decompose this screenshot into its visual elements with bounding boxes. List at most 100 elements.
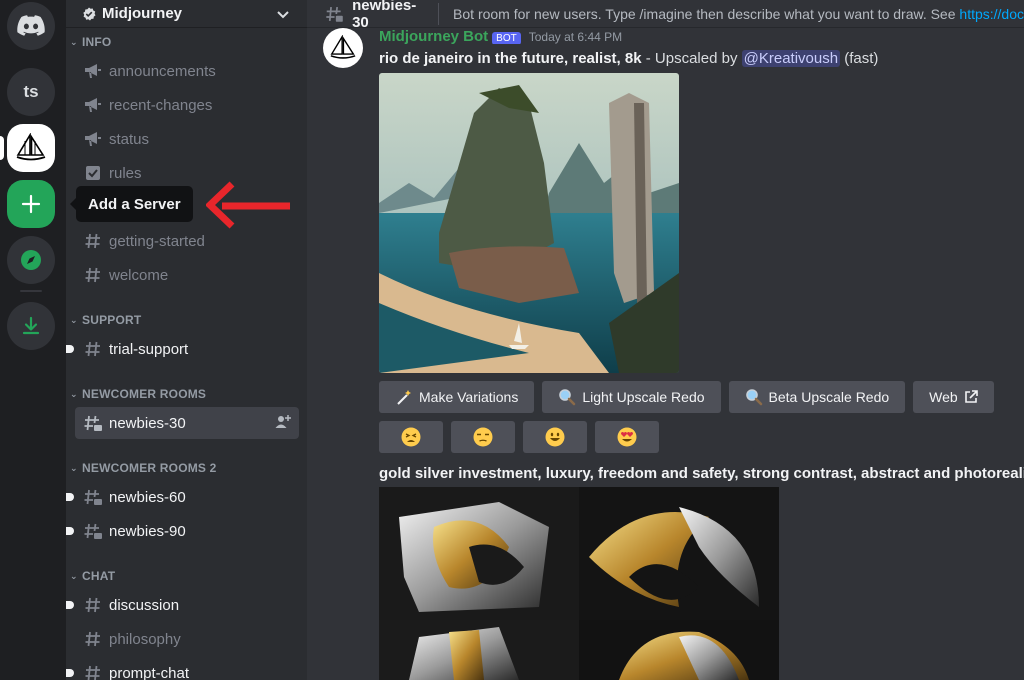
server-rail: ts [0, 0, 66, 680]
channel-label: getting-started [109, 232, 205, 250]
channel-label: philosophy [109, 630, 181, 648]
unread-indicator [66, 601, 74, 609]
rail-separator [20, 290, 42, 292]
caret-down-icon: ⌄ [70, 314, 78, 325]
external-link-icon [964, 390, 978, 403]
discord-logo-icon [17, 15, 45, 36]
channel-recent-changes[interactable]: recent-changes [75, 89, 299, 121]
category-label: CHAT [82, 569, 116, 583]
add-server-button[interactable] [7, 180, 55, 228]
magic-wand-icon [397, 390, 411, 405]
rio-future-image [379, 73, 679, 373]
channel-label: rules [109, 164, 142, 182]
make-variations-button[interactable]: Make Variations [379, 381, 535, 413]
guild-header[interactable]: Midjourney [66, 0, 307, 28]
download-icon [22, 316, 40, 335]
category-support[interactable]: ⌄ SUPPORT [70, 313, 141, 327]
channel-topbar: newbies-30 Bot room for new users. Type … [307, 0, 1024, 31]
megaphone-icon [83, 95, 103, 115]
thread-hashtag-icon [83, 487, 103, 507]
compass-icon [21, 250, 41, 270]
category-label: NEWCOMER ROOMS [82, 387, 207, 401]
user-mention[interactable]: @Kreativoush [741, 50, 841, 67]
speed-text: (fast) [840, 50, 879, 67]
tooltip-label: Add a Server [88, 195, 181, 213]
hashtag-icon [83, 663, 103, 680]
topbar-divider [438, 2, 440, 25]
caret-down-icon: ⌄ [70, 462, 78, 473]
channel-newbies-30[interactable]: newbies-30 [75, 407, 299, 439]
megaphone-icon [83, 61, 103, 81]
channel-title: newbies-30 [352, 0, 417, 31]
channel-topic: Bot room for new users. Type /imagine th… [453, 6, 1024, 22]
channel-prompt-chat[interactable]: prompt-chat [66, 657, 299, 680]
web-button[interactable]: Web [913, 381, 994, 413]
channel-label: newbies-90 [109, 522, 186, 540]
second-message-prompt: gold silver investment, luxury, freedom … [379, 465, 1024, 482]
channel-status[interactable]: status [75, 123, 299, 155]
unread-indicator [66, 527, 74, 535]
rate-smiley-face-button[interactable] [523, 421, 587, 453]
thread-hashtag-icon [326, 6, 343, 22]
rate-heart-eyes-button[interactable] [595, 421, 659, 453]
midjourney-sailboat-icon [16, 133, 46, 161]
download-apps-button[interactable] [7, 302, 55, 350]
chevron-down-icon[interactable] [275, 6, 291, 22]
caret-down-icon: ⌄ [70, 36, 78, 47]
hashtag-icon [83, 265, 103, 285]
upscaled-image[interactable] [379, 73, 679, 373]
red-arrow-annotation-icon [206, 181, 290, 229]
button-label: Web [929, 389, 958, 405]
light-upscale-redo-button[interactable]: Light Upscale Redo [542, 381, 721, 413]
rate-tired-face-button[interactable] [379, 421, 443, 453]
verified-badge-icon [83, 7, 96, 20]
channel-discussion[interactable]: discussion [66, 589, 299, 621]
image-grid[interactable] [379, 487, 779, 680]
caret-down-icon: ⌄ [70, 570, 78, 581]
channel-newbies-60[interactable]: newbies-60 [66, 481, 299, 513]
category-chat[interactable]: ⌄ CHAT [70, 569, 115, 583]
magnifier-icon [745, 389, 762, 406]
unread-indicator [66, 345, 74, 353]
rate-unamused-face-button[interactable] [451, 421, 515, 453]
unamused-face-emoji-icon [473, 427, 493, 447]
hashtag-icon [83, 339, 103, 359]
server-midjourney[interactable] [7, 124, 55, 172]
channel-label: newbies-60 [109, 488, 186, 506]
category-label: INFO [82, 35, 112, 49]
explore-servers-button[interactable] [7, 236, 55, 284]
thread-hashtag-icon [83, 521, 103, 541]
bot-avatar[interactable] [323, 28, 363, 68]
plus-icon [21, 194, 41, 214]
channel-label: discussion [109, 596, 180, 614]
category-newcomer-rooms[interactable]: ⌄ NEWCOMER ROOMS [70, 387, 206, 401]
category-info[interactable]: ⌄ INFO [70, 35, 111, 49]
category-newcomer-rooms-2[interactable]: ⌄ NEWCOMER ROOMS 2 [70, 461, 217, 475]
bot-tag: BOT [492, 32, 521, 44]
channel-philosophy[interactable]: philosophy [75, 623, 299, 655]
server-ts[interactable]: ts [7, 68, 55, 116]
unread-indicator [66, 493, 74, 501]
hashtag-icon [83, 231, 103, 251]
channel-newbies-90[interactable]: newbies-90 [66, 515, 299, 547]
channel-label: recent-changes [109, 96, 213, 114]
channel-label: trial-support [109, 340, 189, 358]
chat-main: newbies-30 Bot room for new users. Type … [307, 0, 1024, 680]
channel-announcements[interactable]: announcements [75, 55, 299, 87]
rating-buttons [379, 421, 659, 453]
channel-label: newbies-30 [109, 414, 186, 432]
tired-face-emoji-icon [401, 427, 421, 447]
upscaled-by-text: - Upscaled by [641, 50, 742, 67]
invite-member-icon[interactable] [275, 414, 291, 430]
midjourney-sailboat-icon [330, 35, 356, 59]
discord-home-button[interactable] [7, 2, 55, 50]
add-server-tooltip: Add a Server [76, 186, 193, 222]
channel-label: welcome [109, 266, 169, 284]
smiley-face-emoji-icon [545, 427, 565, 447]
channel-welcome[interactable]: welcome [75, 259, 299, 291]
channel-trial-support[interactable]: trial-support [66, 333, 299, 365]
guild-name: Midjourney [102, 5, 183, 22]
button-label: Light Upscale Redo [582, 389, 705, 405]
beta-upscale-redo-button[interactable]: Beta Upscale Redo [728, 381, 906, 413]
topic-link[interactable]: https://doc [959, 6, 1024, 22]
